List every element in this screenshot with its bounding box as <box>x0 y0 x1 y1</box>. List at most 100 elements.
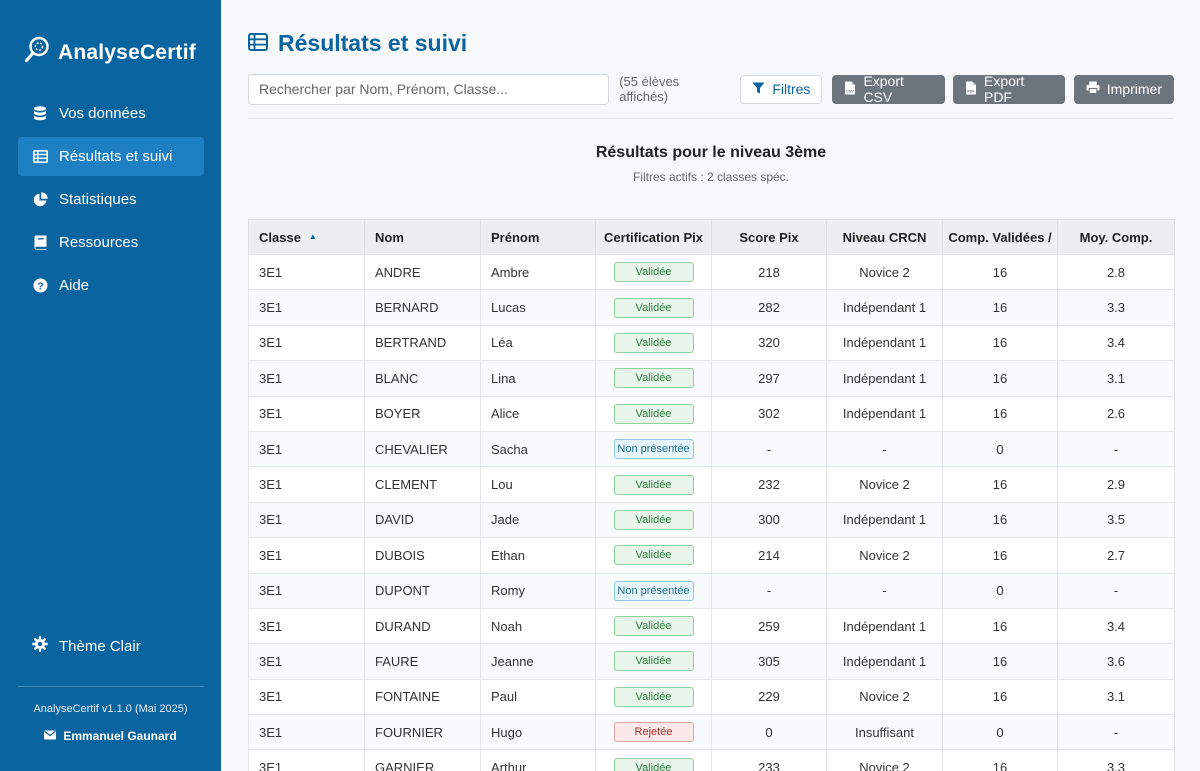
cell-niveau: Novice 2 <box>826 253 943 291</box>
cell-niveau: Insuffisant <box>826 714 943 751</box>
cell-score: 232 <box>711 466 827 503</box>
table-row[interactable]: 3E1 FONTAINE Paul Validée 229 Novice 2 16 3.1 <box>248 678 1175 716</box>
cell-classe: 3E1 <box>248 289 365 326</box>
table-row[interactable]: 3E1 FAURE Jeanne Validée 305 Indépendant 1 16 3… <box>248 643 1175 680</box>
cell-nom: DURAND <box>364 607 481 645</box>
sidebar-item-aide[interactable]: ? Aide <box>18 266 204 305</box>
table-row[interactable]: 3E1 FOURNIER Hugo Rejetée 0 Insuffisant 0- <box>248 714 1175 751</box>
cell-comp-validees: 16 <box>942 607 1058 645</box>
table-row[interactable]: 3E1 BERNARD Lucas Validée 282 Indépendant 1 16… <box>248 289 1175 326</box>
cell-certification: Validée <box>595 537 712 574</box>
printer-icon <box>1086 81 1100 97</box>
status-badge: Validée <box>613 651 694 672</box>
page-title-text: Résultats et suivi <box>278 30 468 56</box>
cell-classe: 3E1 <box>248 501 365 539</box>
cell-comp-validees: 16 <box>942 466 1058 503</box>
cell-moy-comp: 2.6 <box>1057 395 1175 432</box>
sidebar-item-ressources[interactable]: Ressources <box>18 223 204 262</box>
cell-niveau: Novice 2 <box>826 678 943 716</box>
sidebar: AnalyseCertif Vos données Résultats et s… <box>0 0 221 771</box>
table-row[interactable]: 3E1 DUBOIS Ethan Validée 214 Novice 2 16 2.7 <box>248 537 1175 574</box>
export-pdf-button[interactable]: PDF Export PDF <box>952 73 1065 105</box>
cell-comp-validees: 0 <box>942 430 1058 468</box>
table-row[interactable]: 3E1 DURAND Noah Validée 259 Indépendant 1 16 3.… <box>248 607 1175 645</box>
cell-score: - <box>711 572 827 609</box>
cell-niveau: Novice 2 <box>826 466 943 503</box>
column-header-prenom[interactable]: Prénom <box>480 219 596 255</box>
cell-certification: Non présentée <box>595 572 712 609</box>
cell-nom: DUBOIS <box>364 537 481 574</box>
export-csv-button[interactable]: CSV Export CSV <box>832 73 945 105</box>
table-row[interactable]: 3E1 BERTRAND Léa Validée 320 Indépendant 1 16 3… <box>248 324 1175 362</box>
cell-niveau: Indépendant 1 <box>826 501 943 539</box>
brand[interactable]: AnalyseCertif <box>24 36 196 69</box>
app-version: AnalyseCertif v1.1.0 (Mai 2025) <box>33 703 188 715</box>
filter-icon <box>752 81 765 97</box>
cell-certification: Validée <box>595 289 712 326</box>
search-input[interactable] <box>248 73 610 105</box>
column-header-classe[interactable]: Classe ▲ <box>248 219 365 255</box>
cell-nom: DAVID <box>364 501 481 539</box>
cell-moy-comp: 3.1 <box>1057 360 1175 397</box>
column-header-score[interactable]: Score Pix <box>711 219 827 255</box>
cell-nom: FONTAINE <box>364 678 481 716</box>
cell-comp-validees: 16 <box>942 253 1058 291</box>
table-row[interactable]: 3E1 BOYER Alice Validée 302 Indépendant 1 16 2.… <box>248 395 1175 432</box>
cell-score: 259 <box>711 607 827 645</box>
cell-nom: CHEVALIER <box>364 430 481 468</box>
cell-nom: CLEMENT <box>364 466 481 503</box>
sidebar-item-statistiques[interactable]: Statistiques <box>18 180 204 219</box>
cell-nom: DUPONT <box>364 572 481 609</box>
cell-niveau: Indépendant 1 <box>826 324 943 362</box>
column-header-nom[interactable]: Nom <box>364 219 481 255</box>
cell-classe: 3E1 <box>248 678 365 716</box>
cell-score: 305 <box>711 643 827 680</box>
cell-score: 282 <box>711 289 827 326</box>
table-row[interactable]: 3E1 GARNIER Arthur Validée 233 Novice 2 16 3.3 <box>248 749 1175 771</box>
main-content: Résultats et suivi (55 élèves affichés) … <box>221 0 1200 771</box>
cell-prenom: Jade <box>480 501 596 539</box>
cell-certification: Validée <box>595 678 712 716</box>
cell-comp-validees: 0 <box>942 714 1058 751</box>
table-row[interactable]: 3E1 DUPONT Romy Non présentée - -0- <box>248 572 1175 609</box>
cell-classe: 3E1 <box>248 714 365 751</box>
status-badge: Validée <box>613 545 694 566</box>
sidebar-item-resultats[interactable]: Résultats et suivi <box>18 137 204 176</box>
cell-moy-comp: 3.4 <box>1057 324 1175 362</box>
cell-score: 297 <box>711 360 827 397</box>
table-row[interactable]: 3E1 BLANC Lina Validée 297 Indépendant 1 16 3.1 <box>248 360 1175 397</box>
cell-niveau: Indépendant 1 <box>826 360 943 397</box>
results-table: Classe ▲ Nom Prénom Certification Pix Sco… <box>248 219 1175 771</box>
cell-classe: 3E1 <box>248 607 365 645</box>
theme-toggle[interactable]: Thème Clair <box>32 636 141 656</box>
cell-classe: 3E1 <box>248 253 365 291</box>
column-header-comp-validees[interactable]: Comp. Validées / <box>942 219 1058 255</box>
table-row[interactable]: 3E1 ANDRE Ambre Validée 218 Novice 2 16 2.8 <box>248 253 1175 291</box>
sidebar-item-vos-donnees[interactable]: Vos données <box>18 94 204 133</box>
cell-prenom: Ethan <box>480 537 596 574</box>
filters-button[interactable]: Filtres <box>740 74 823 104</box>
cell-prenom: Alice <box>480 395 596 432</box>
column-header-niveau[interactable]: Niveau CRCN <box>826 219 943 255</box>
status-badge: Validée <box>613 509 694 530</box>
cell-comp-validees: 16 <box>942 289 1058 326</box>
status-badge: Rejetée <box>613 722 694 743</box>
cell-prenom: Léa <box>480 324 596 362</box>
cell-classe: 3E1 <box>248 466 365 503</box>
active-filters-text: Filtres actifs : 2 classes spéc. <box>632 170 790 184</box>
cell-prenom: Romy <box>480 572 596 609</box>
cell-prenom: Hugo <box>480 714 596 751</box>
sidebar-item-label: Résultats et suivi <box>59 148 173 165</box>
cell-classe: 3E1 <box>248 395 365 432</box>
column-header-certification[interactable]: Certification Pix <box>595 219 712 255</box>
table-row[interactable]: 3E1 CLEMENT Lou Validée 232 Novice 2 16 2.9 <box>248 466 1175 503</box>
cell-prenom: Lina <box>480 360 596 397</box>
cell-comp-validees: 16 <box>942 749 1058 771</box>
table-row[interactable]: 3E1 DAVID Jade Validée 300 Indépendant 1 16 3.5 <box>248 501 1175 539</box>
table-row[interactable]: 3E1 CHEVALIER Sacha Non présentée - -0- <box>248 430 1175 468</box>
column-header-moy-comp[interactable]: Moy. Comp. <box>1057 219 1175 255</box>
author-link[interactable]: Emmanuel Gaunard <box>0 729 221 743</box>
cell-nom: FOURNIER <box>364 714 481 751</box>
cell-prenom: Arthur <box>480 749 596 771</box>
print-button[interactable]: Imprimer <box>1073 74 1175 104</box>
